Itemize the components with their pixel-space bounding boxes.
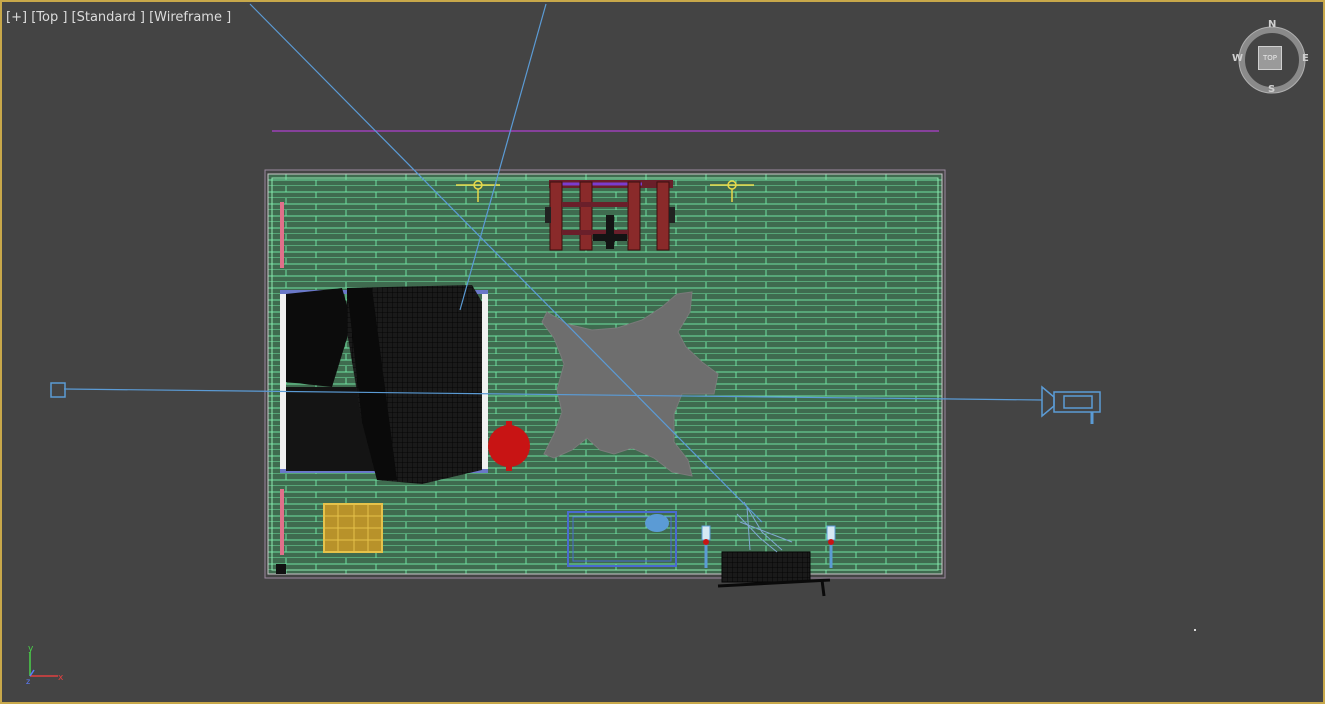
axis-tripod-graphic: y x z: [26, 644, 64, 686]
bed-object[interactable]: [280, 285, 488, 484]
blue-cushion[interactable]: [645, 514, 669, 532]
laundry-basket[interactable]: [323, 503, 383, 553]
compass-south[interactable]: S: [1268, 84, 1275, 95]
small-box-item[interactable]: [276, 564, 286, 574]
curtain-left-bottom[interactable]: [280, 489, 284, 555]
viewcube-top-face[interactable]: TOP: [1258, 46, 1282, 70]
camera-target[interactable]: [50, 382, 66, 398]
top-viewport[interactable]: [+] [Top ] [Standard ] [Wireframe ] N S …: [0, 0, 1325, 704]
scene-wireframe[interactable]: [2, 2, 1323, 702]
axis-x-label: x: [58, 673, 64, 683]
axis-y-label: y: [28, 644, 34, 654]
axis-z-label: z: [26, 677, 30, 686]
compass-north[interactable]: N: [1268, 19, 1276, 30]
compass-west[interactable]: W: [1232, 53, 1243, 64]
viewcube[interactable]: N S E W TOP: [1230, 18, 1314, 102]
camera-icon[interactable]: [1041, 385, 1101, 424]
curtain-left-top[interactable]: [280, 202, 284, 268]
axis-tripod: y x z: [20, 642, 70, 687]
compass-east[interactable]: E: [1302, 53, 1309, 64]
stray-vertex: [1194, 629, 1196, 631]
